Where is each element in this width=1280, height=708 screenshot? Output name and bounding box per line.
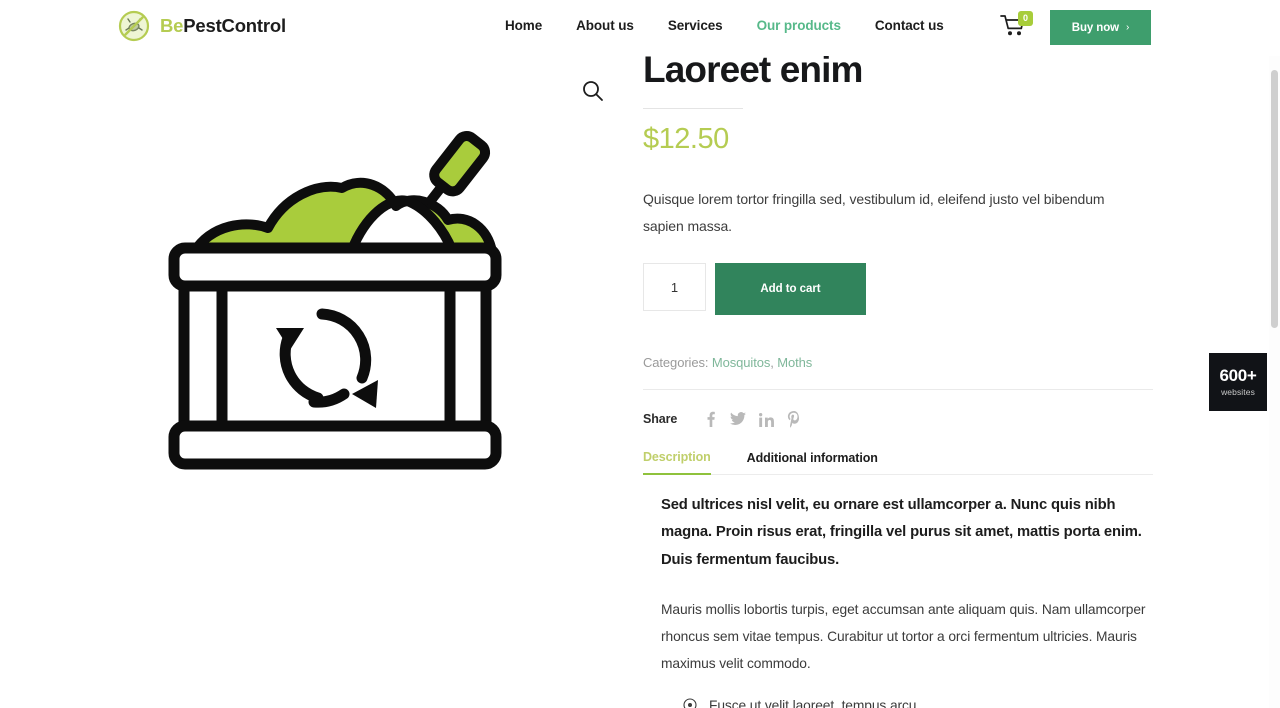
site-logo[interactable]: BePestControl: [118, 10, 286, 42]
category-link-moths[interactable]: Moths: [777, 355, 812, 370]
page-scrollbar[interactable]: [1269, 0, 1280, 708]
linkedin-icon[interactable]: [752, 409, 780, 429]
scrollbar-thumb[interactable]: [1271, 70, 1278, 328]
facebook-icon[interactable]: [696, 409, 724, 429]
brand-suffix: PestControl: [183, 14, 286, 36]
nav-item-contact-us[interactable]: Contact us: [875, 18, 944, 33]
page-title: Laoreet enim: [643, 49, 863, 90]
list-item-label: Fusce ut velit laoreet, tempus arcu: [709, 697, 917, 708]
product-categories: Categories: Mosquitos, Moths: [643, 355, 1153, 370]
tab-bar: Description Additional information: [643, 441, 1153, 475]
no-bug-circle-icon: [118, 10, 150, 42]
product-page: BePestControl Home About us Services Our…: [0, 0, 1280, 708]
quantity-input[interactable]: [643, 263, 706, 312]
share-label: Share: [643, 412, 678, 427]
websites-count: 600+: [1219, 366, 1257, 385]
product-summary: Laoreet enim $12.50 Quisque lorem tortor…: [643, 49, 1153, 429]
product-price: $12.50: [643, 122, 729, 155]
buy-now-button[interactable]: Buy now ›: [1050, 10, 1151, 45]
twitter-icon[interactable]: [724, 409, 752, 429]
brand-prefix: Be: [160, 14, 184, 36]
add-to-cart-button[interactable]: Add to cart: [715, 263, 866, 316]
tab-panel-description: Sed ultrices nisl velit, eu ornare est u…: [661, 492, 1153, 708]
share-divider: [643, 389, 1153, 391]
product-gallery: [128, 56, 606, 556]
pinterest-icon[interactable]: [780, 409, 808, 429]
main-navigation: Home About us Services Our products Cont…: [505, 18, 944, 33]
brand-text: BePestControl: [160, 14, 286, 36]
categories-label: Categories:: [643, 355, 709, 371]
websites-label: websites: [1221, 387, 1255, 397]
description-paragraph: Mauris mollis lobortis turpis, eget accu…: [661, 602, 1146, 671]
category-link-mosquitos[interactable]: Mosquitos: [712, 355, 770, 370]
product-short-description: Quisque lorem tortor fringilla sed, vest…: [643, 190, 1105, 234]
cart-count-badge: 0: [1018, 11, 1033, 26]
list-item: Fusce ut velit laoreet, tempus arcu: [661, 698, 1153, 708]
magnifier-icon[interactable]: [580, 78, 606, 104]
nav-item-our-products[interactable]: Our products: [757, 18, 841, 33]
share-row: Share: [643, 409, 1153, 429]
tab-description[interactable]: Description: [643, 450, 711, 475]
nav-item-about-us[interactable]: About us: [576, 18, 634, 33]
product-image[interactable]: [156, 126, 516, 486]
circle-dot-bullet-icon: [683, 698, 697, 708]
cart-button[interactable]: 0: [1000, 11, 1033, 41]
description-lead: Sed ultrices nisl velit, eu ornare est u…: [661, 497, 1142, 568]
nav-item-services[interactable]: Services: [668, 18, 723, 33]
buy-now-label: Buy now: [1071, 21, 1119, 34]
websites-count-badge[interactable]: 600+ websites: [1209, 353, 1267, 411]
description-list: Fusce ut velit laoreet, tempus arcu: [661, 698, 1153, 708]
tab-additional-information[interactable]: Additional information: [747, 451, 878, 474]
nav-item-home[interactable]: Home: [505, 18, 542, 33]
chevron-right-icon: ›: [1125, 22, 1130, 33]
site-header: BePestControl Home About us Services Our…: [0, 0, 1280, 56]
title-divider: [643, 107, 743, 109]
add-to-cart-form: Add to cart: [643, 263, 1153, 316]
product-tabs: Description Additional information Sed u…: [643, 441, 1153, 708]
